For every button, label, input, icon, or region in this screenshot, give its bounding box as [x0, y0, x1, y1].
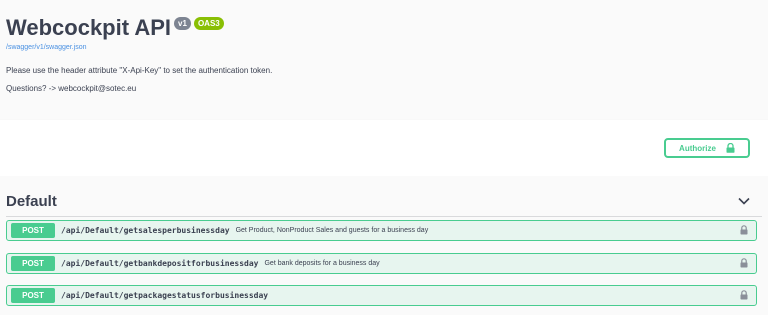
api-title: Webcockpit API	[6, 15, 172, 40]
operation-getpackagestatusforbusinessday[interactable]: POST /api/Default/getpackagestatusforbus…	[6, 285, 757, 306]
method-badge: POST	[11, 223, 55, 238]
lock-icon[interactable]	[740, 290, 748, 300]
section-title: Default	[6, 192, 57, 210]
operation-summary: Get bank deposits for a business day	[264, 260, 380, 267]
lock-icon	[726, 143, 735, 153]
oas-badge: OAS3	[193, 17, 224, 30]
operation-summary: Get Product, NonProduct Sales and guests…	[235, 227, 429, 234]
scheme-container: Authorize	[0, 120, 768, 176]
description-auth: Please use the header attribute "X-Api-K…	[6, 66, 273, 75]
method-badge: POST	[11, 256, 55, 271]
info-panel: Webcockpit API v1 OAS3 /swagger/v1/swagg…	[0, 0, 768, 120]
version-badge: v1	[174, 17, 191, 30]
operation-getbankdepositforbusinessday[interactable]: POST /api/Default/getbankdepositforbusin…	[6, 253, 757, 274]
lock-icon[interactable]	[740, 258, 748, 268]
operation-path: /api/Default/getsalesperbusinessday	[61, 226, 230, 235]
lock-icon[interactable]	[740, 225, 748, 235]
operation-path: /api/Default/getpackagestatusforbusiness…	[61, 291, 269, 300]
description-contact: Questions? -> webcockpit@sotec.eu	[6, 84, 137, 93]
tag-section-default: Default POST /api/Default/getsalesperbus…	[0, 176, 768, 315]
operation-path: /api/Default/getbankdepositforbusinessda…	[61, 259, 259, 268]
chevron-down-icon[interactable]	[738, 197, 750, 205]
method-badge: POST	[11, 288, 55, 303]
authorize-label: Authorize	[679, 143, 716, 153]
section-header[interactable]: Default	[6, 186, 762, 217]
spec-url-link[interactable]: /swagger/v1/swagger.json	[6, 44, 87, 51]
operation-getsalesperbusinessday[interactable]: POST /api/Default/getsalesperbusinessday…	[6, 220, 757, 241]
authorize-button[interactable]: Authorize	[664, 138, 750, 158]
title-row: Webcockpit API v1 OAS3	[6, 14, 224, 42]
